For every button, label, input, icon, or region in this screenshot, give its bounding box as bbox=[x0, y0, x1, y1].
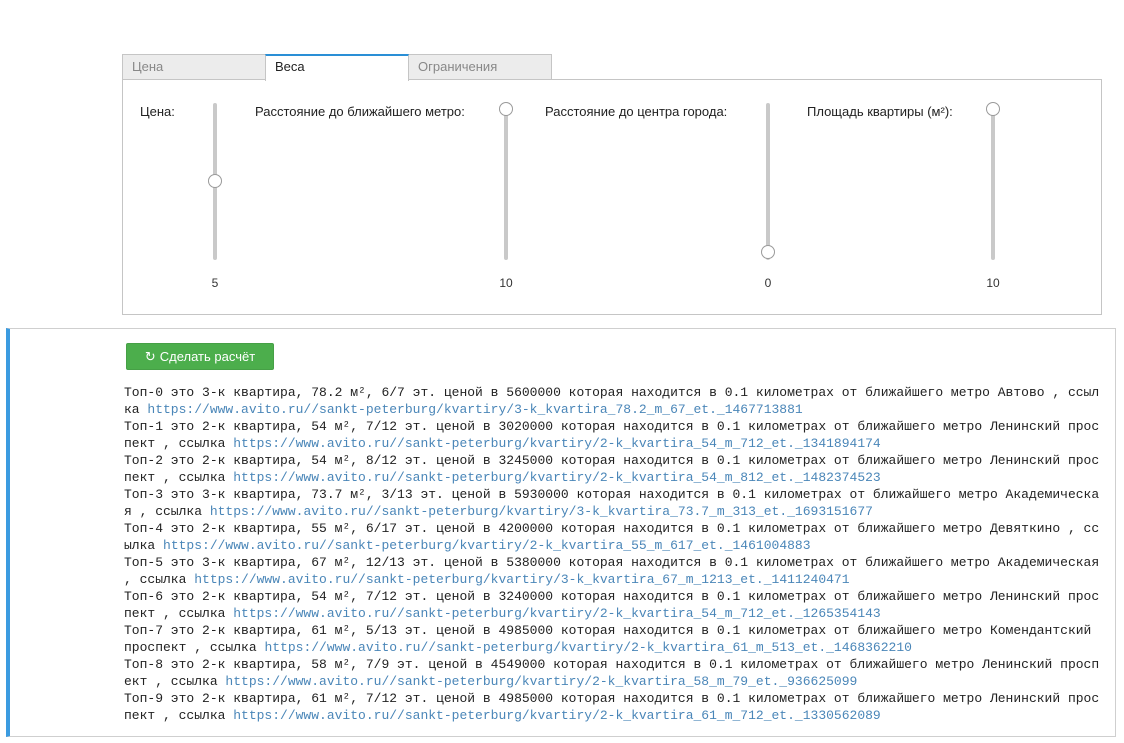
result-link[interactable]: https://www.avito.ru//sankt-peterburg/kv… bbox=[225, 674, 857, 689]
refresh-icon: ↻ bbox=[144, 350, 156, 365]
calculate-button-label: Сделать расчёт bbox=[159, 349, 256, 364]
result-item: Топ-0 это 3-к квартира, 78.2 м², 6/7 эт.… bbox=[124, 384, 1104, 418]
slider-price[interactable] bbox=[208, 103, 222, 260]
result-link[interactable]: https://www.avito.ru//sankt-peterburg/kv… bbox=[264, 640, 912, 655]
result-link[interactable]: https://www.avito.ru//sankt-peterburg/kv… bbox=[163, 538, 811, 553]
slider-center-distance[interactable] bbox=[761, 103, 775, 260]
slider-value-center-distance: 0 bbox=[764, 276, 772, 290]
slider-handle[interactable] bbox=[986, 102, 1000, 116]
result-link[interactable]: https://www.avito.ru//sankt-peterburg/kv… bbox=[233, 436, 881, 451]
slider-metro-distance[interactable] bbox=[499, 102, 513, 260]
result-link[interactable]: https://www.avito.ru//sankt-peterburg/kv… bbox=[233, 470, 881, 485]
tab-constraints[interactable]: Ограничения bbox=[408, 54, 552, 79]
slider-label-center-distance: Расстояние до центра города: bbox=[545, 104, 728, 119]
slider-handle[interactable] bbox=[208, 174, 222, 188]
results-list: Топ-0 это 3-к квартира, 78.2 м², 6/7 эт.… bbox=[124, 384, 1104, 724]
slider-label-metro-distance: Расстояние до ближайшего метро: bbox=[255, 104, 465, 119]
slider-value-price: 5 bbox=[211, 276, 219, 290]
result-item: Топ-7 это 2-к квартира, 61 м², 5/13 эт. … bbox=[124, 622, 1104, 656]
result-item: Топ-5 это 3-к квартира, 67 м², 12/13 эт.… bbox=[124, 554, 1104, 588]
slider-label-price: Цена: bbox=[140, 104, 175, 119]
result-link[interactable]: https://www.avito.ru//sankt-peterburg/kv… bbox=[147, 402, 802, 417]
slider-value-metro-distance: 10 bbox=[499, 276, 513, 290]
result-link[interactable]: https://www.avito.ru//sankt-peterburg/kv… bbox=[210, 504, 873, 519]
slider-label-area: Площадь квартиры (м²): bbox=[807, 104, 953, 119]
result-link[interactable]: https://www.avito.ru//sankt-peterburg/kv… bbox=[233, 708, 881, 723]
result-item: Топ-4 это 2-к квартира, 55 м², 6/17 эт. … bbox=[124, 520, 1104, 554]
result-item: Топ-9 это 2-к квартира, 61 м², 7/12 эт. … bbox=[124, 690, 1104, 724]
calculate-button[interactable]: ↻ Сделать расчёт bbox=[126, 343, 274, 370]
result-item: Топ-2 это 2-к квартира, 54 м², 8/12 эт. … bbox=[124, 452, 1104, 486]
weights-panel: Цена: 5 Расстояние до ближайшего метро: … bbox=[122, 79, 1102, 315]
result-link[interactable]: https://www.avito.ru//sankt-peterburg/kv… bbox=[233, 606, 881, 621]
result-item: Топ-6 это 2-к квартира, 54 м², 7/12 эт. … bbox=[124, 588, 1104, 622]
tab-weights[interactable]: Веса bbox=[265, 54, 409, 81]
tab-price[interactable]: Цена bbox=[122, 54, 266, 79]
result-link[interactable]: https://www.avito.ru//sankt-peterburg/kv… bbox=[194, 572, 849, 587]
slider-area[interactable] bbox=[986, 102, 1000, 260]
results-panel: ↻ Сделать расчёт Топ-0 это 3-к квартира, … bbox=[6, 328, 1116, 737]
result-item: Топ-8 это 2-к квартира, 58 м², 7/9 эт. ц… bbox=[124, 656, 1104, 690]
slider-handle[interactable] bbox=[499, 102, 513, 116]
slider-value-area: 10 bbox=[986, 276, 1000, 290]
result-item: Топ-1 это 2-к квартира, 54 м², 7/12 эт. … bbox=[124, 418, 1104, 452]
result-item: Топ-3 это 3-к квартира, 73.7 м², 3/13 эт… bbox=[124, 486, 1104, 520]
slider-handle[interactable] bbox=[761, 245, 775, 259]
